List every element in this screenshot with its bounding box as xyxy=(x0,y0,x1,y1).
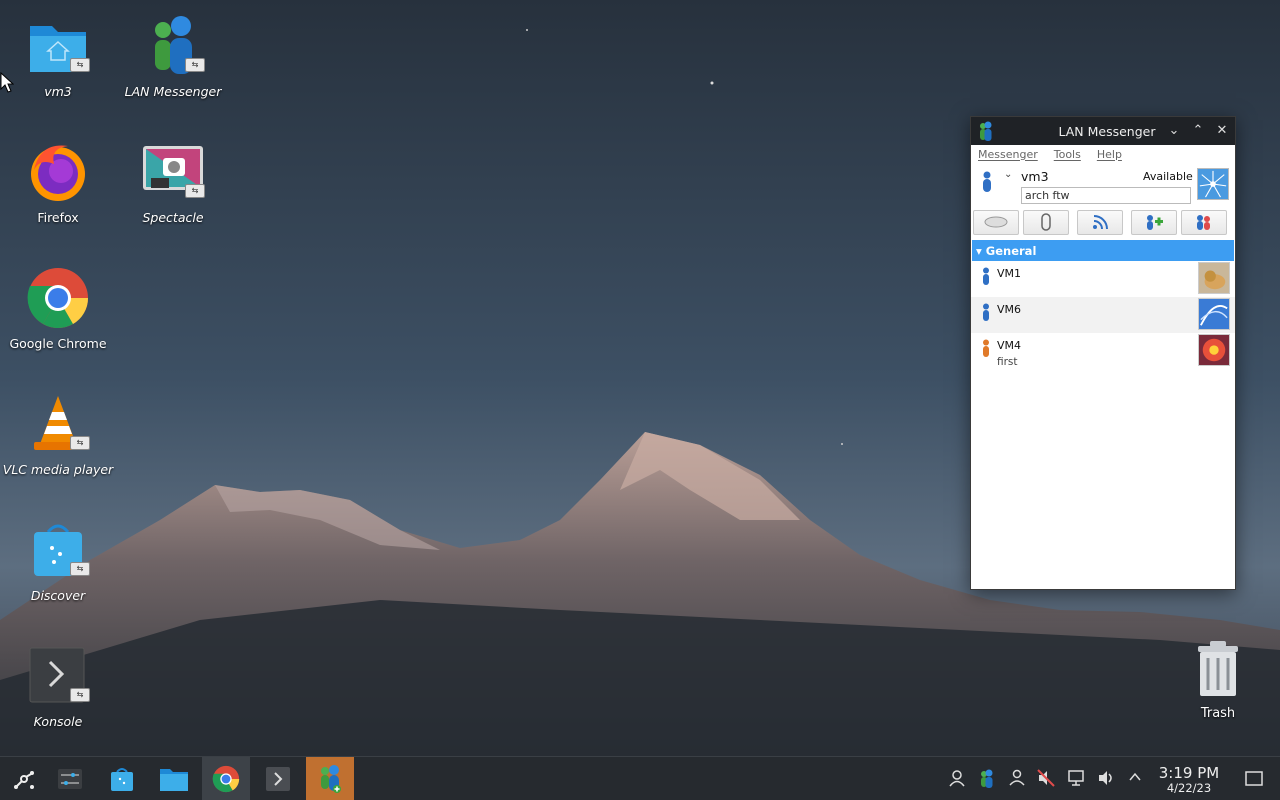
contact-note: first xyxy=(997,356,1018,368)
status-dropdown-chevron-icon[interactable]: ⌄ xyxy=(1004,169,1012,180)
broadcast-button[interactable] xyxy=(973,209,1019,235)
desktop-icon-lan-messenger[interactable]: ⇆ LAN Messenger xyxy=(115,8,231,118)
desktop-icon-label: vm3 xyxy=(44,84,72,99)
clock-date: 4/22/23 xyxy=(1166,781,1212,795)
spectacle-icon: ⇆ xyxy=(141,140,205,204)
desktop-icon-vm3[interactable]: ⇆ vm3 xyxy=(0,8,116,118)
konsole-icon xyxy=(266,767,290,791)
muted-volume-icon[interactable] xyxy=(1036,769,1056,789)
user-name: vm3 xyxy=(1021,169,1049,184)
lan-messenger-window: LAN Messenger ⌄ ⌃ ✕ Messenger Tools Help… xyxy=(970,116,1236,590)
system-settings-icon xyxy=(58,769,82,789)
messenger-toolbar xyxy=(971,208,1235,236)
user-avatar[interactable] xyxy=(1197,168,1229,200)
desktop-icon-label: Google Chrome xyxy=(9,336,107,351)
task-system-settings[interactable] xyxy=(46,757,94,800)
contact-name: VM1 xyxy=(997,267,1022,280)
lan-messenger-tray-icon[interactable] xyxy=(976,769,996,789)
contact-status-icon xyxy=(983,267,989,285)
show-desktop-icon[interactable] xyxy=(1244,769,1264,789)
window-titlebar[interactable]: LAN Messenger ⌄ ⌃ ✕ xyxy=(971,117,1235,145)
menu-messenger[interactable]: Messenger xyxy=(978,148,1038,161)
clock[interactable]: 3:19 PM 4/22/23 xyxy=(1152,765,1226,795)
minimize-button[interactable]: ⌄ xyxy=(1164,121,1184,141)
desktop-icon-label: Discover xyxy=(30,588,86,603)
contact-name: VM4 xyxy=(997,339,1022,352)
chrome-icon xyxy=(26,266,90,330)
eraser-icon xyxy=(984,216,1008,228)
transfers-button[interactable] xyxy=(1023,209,1069,235)
maximize-button[interactable]: ⌃ xyxy=(1188,121,1208,141)
contact-item-vm6[interactable]: VM6 xyxy=(971,297,1235,333)
status-note-input[interactable]: arch ftw xyxy=(1021,187,1191,204)
add-contact-button[interactable] xyxy=(1131,209,1177,235)
desktop-icon-spectacle[interactable]: ⇆ Spectacle xyxy=(115,134,231,244)
group-name: General xyxy=(985,243,1037,258)
contact-name: VM6 xyxy=(997,303,1022,316)
contact-avatar xyxy=(1198,298,1230,330)
task-file-manager[interactable] xyxy=(150,757,198,800)
contact-item-vm4[interactable]: VM4 first xyxy=(971,333,1235,369)
paperclip-icon xyxy=(1041,213,1051,231)
desktop-icon-vlc[interactable]: ⇆ VLC media player xyxy=(0,386,116,496)
task-lan-messenger[interactable] xyxy=(306,757,354,800)
desktop-icon-konsole[interactable]: ⇆ Konsole xyxy=(0,638,116,748)
contact-status-icon xyxy=(983,303,989,321)
desktop-icon-label: Firefox xyxy=(37,210,79,225)
desktop-icon-label: Konsole xyxy=(33,714,83,729)
trash-label: Trash xyxy=(1200,706,1236,721)
task-discover[interactable] xyxy=(98,757,146,800)
user-status-panel: ⌄ vm3 Available arch ftw xyxy=(971,163,1235,207)
task-chrome[interactable] xyxy=(202,757,250,800)
desktop-icon-firefox[interactable]: Firefox xyxy=(0,134,116,244)
contact-group-general[interactable]: ▾ General xyxy=(972,240,1234,261)
network-icon[interactable] xyxy=(1066,769,1086,789)
desktop-icon-label: VLC media player xyxy=(2,462,114,477)
app-launcher-button[interactable] xyxy=(0,757,48,800)
user-status-text[interactable]: Available xyxy=(1143,170,1193,183)
contact-status-icon xyxy=(983,339,989,357)
group-button[interactable] xyxy=(1181,209,1227,235)
app-launcher-icon xyxy=(14,771,34,789)
menu-help[interactable]: Help xyxy=(1097,148,1122,161)
discover-icon xyxy=(111,768,133,791)
menu-bar: Messenger Tools Help xyxy=(971,145,1235,163)
firefox-icon xyxy=(26,140,90,204)
vlc-icon: ⇆ xyxy=(26,392,90,456)
group-expand-triangle-icon: ▾ xyxy=(976,243,982,258)
desktop-icon-label: Spectacle xyxy=(142,210,204,225)
network-users-icon[interactable] xyxy=(1007,769,1027,789)
contact-item-vm1[interactable]: VM1 xyxy=(971,261,1235,297)
mouse-cursor xyxy=(0,72,14,93)
user-status-icon[interactable] xyxy=(981,171,993,193)
chrome-icon xyxy=(212,765,240,793)
contact-avatar xyxy=(1198,334,1230,366)
taskbar: 3:19 PM 4/22/23 xyxy=(0,756,1280,800)
add-contact-icon xyxy=(1147,215,1163,230)
contact-avatar xyxy=(1198,262,1230,294)
rss-icon xyxy=(1093,215,1108,230)
konsole-icon: ⇆ xyxy=(26,644,90,708)
lan-messenger-icon: ⇆ xyxy=(141,14,205,78)
menu-tools[interactable]: Tools xyxy=(1054,148,1081,161)
trash-icon xyxy=(1198,641,1238,696)
file-manager-icon xyxy=(160,769,188,791)
close-button[interactable]: ✕ xyxy=(1212,121,1232,141)
refresh-button[interactable] xyxy=(1077,209,1123,235)
home-folder-icon: ⇆ xyxy=(26,14,90,78)
user-icon[interactable] xyxy=(947,769,967,789)
expand-tray-icon[interactable] xyxy=(1125,769,1145,789)
volume-icon[interactable] xyxy=(1096,769,1116,789)
desktop-icon-trash[interactable]: Trash xyxy=(1170,640,1266,730)
clock-time: 3:19 PM xyxy=(1158,764,1220,782)
desktop-icon-label: LAN Messenger xyxy=(124,84,222,99)
discover-icon: ⇆ xyxy=(26,518,90,582)
task-konsole[interactable] xyxy=(254,757,302,800)
lan-messenger-icon xyxy=(321,765,341,793)
desktop-icon-google-chrome[interactable]: Google Chrome xyxy=(0,260,116,370)
group-icon xyxy=(1197,215,1210,230)
desktop-icon-discover[interactable]: ⇆ Discover xyxy=(0,512,116,622)
